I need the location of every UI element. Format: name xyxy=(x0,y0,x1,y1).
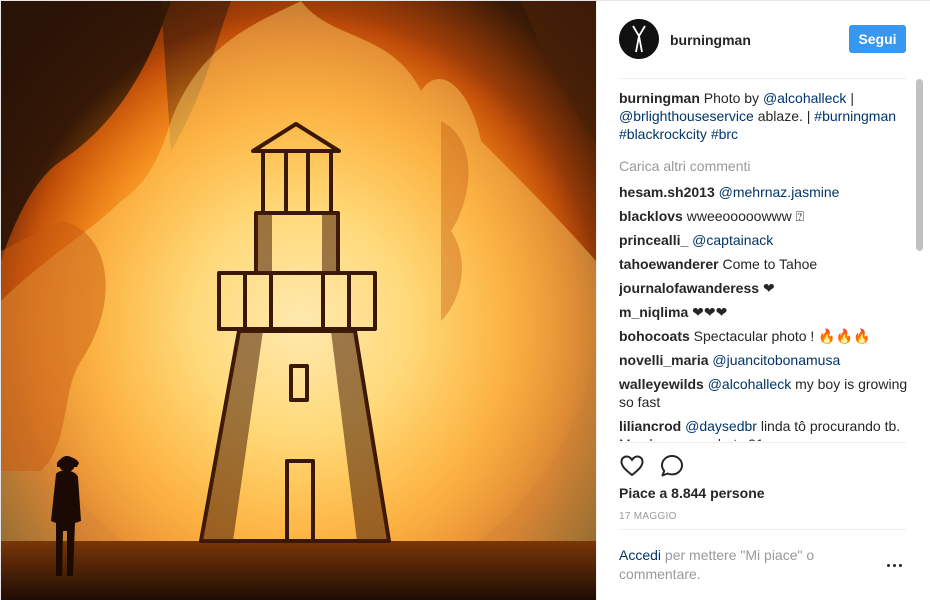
footer-divider xyxy=(619,529,906,530)
comment-username[interactable]: journalofawanderess xyxy=(619,280,759,296)
comment-username[interactable]: liliancrod xyxy=(619,418,681,434)
post-date[interactable]: 17 MAGGIO xyxy=(619,511,677,522)
post-caption: burningman Photo by @alcohalleck | @brli… xyxy=(619,89,909,143)
caption-hashtag[interactable]: #burningman xyxy=(814,108,896,124)
caption-username[interactable]: burningman xyxy=(619,90,700,106)
comment-username[interactable]: bohocoats xyxy=(619,328,690,344)
load-more-comments[interactable]: Carica altri commenti xyxy=(619,157,909,175)
comment-text: ❤ xyxy=(762,280,775,296)
post-side-panel: burningman Segui burningman Photo by @al… xyxy=(596,1,930,600)
comment-text: Spectacular photo ! 🔥🔥🔥 xyxy=(693,328,871,344)
comment-item: hesam.sh2013 @mehrnaz.jasmine xyxy=(619,183,909,201)
comment-mention[interactable]: @daysedbr xyxy=(685,418,757,434)
caption-mention[interactable]: @alcohalleck xyxy=(763,90,846,106)
post-photo[interactable] xyxy=(1,1,596,600)
burning-man-logo-icon xyxy=(619,19,659,59)
post-username[interactable]: burningman xyxy=(670,32,751,48)
post-actions xyxy=(619,453,719,479)
follow-button[interactable]: Segui xyxy=(849,25,906,53)
comments-list[interactable]: burningman Photo by @alcohalleck | @brli… xyxy=(619,89,909,441)
avatar[interactable] xyxy=(619,19,659,59)
comment-item: blacklovs wweeooooowww ⍰ xyxy=(619,207,909,225)
comment-item: tahoewanderer Come to Tahoe xyxy=(619,255,909,273)
post-header: burningman Segui xyxy=(597,1,930,78)
caption-text: ablaze. | xyxy=(757,108,811,124)
comment-text: Come to Tahoe xyxy=(722,256,818,272)
login-link[interactable]: Accedi xyxy=(619,547,661,563)
comment-username[interactable]: tahoewanderer xyxy=(619,256,719,272)
comments-scrollbar[interactable] xyxy=(916,79,924,441)
comment-icon[interactable] xyxy=(659,453,685,479)
comment-item: journalofawanderess ❤ xyxy=(619,279,909,297)
comment-username[interactable]: princealli_ xyxy=(619,232,688,248)
comment-item: princealli_ @captainack xyxy=(619,231,909,249)
comment-username[interactable]: blacklovs xyxy=(619,208,683,224)
caption-separator: | xyxy=(850,90,854,106)
comment-text: wweeooooowww ⍰ xyxy=(686,208,805,224)
comment-item: bohocoats Spectacular photo ! 🔥🔥🔥 xyxy=(619,327,909,345)
comment-mention[interactable]: @alcohalleck xyxy=(708,376,791,392)
likes-count[interactable]: Piace a 8.844 persone xyxy=(619,485,765,501)
login-prompt: Accedi per mettere "Mi piace" o commenta… xyxy=(619,546,859,584)
heart-icon[interactable] xyxy=(619,453,645,479)
comment-item: liliancrod @daysedbr linda tô procurando… xyxy=(619,417,909,441)
caption-mention[interactable]: @brlighthouseservice xyxy=(619,108,754,124)
more-options-icon[interactable] xyxy=(887,561,905,571)
comment-item: m_niqlima ❤❤❤ xyxy=(619,303,909,321)
burning-lighthouse-image xyxy=(1,1,596,600)
caption-hashtag[interactable]: #brc xyxy=(711,126,738,142)
comment-username[interactable]: novelli_maria xyxy=(619,352,709,368)
comment-username[interactable]: m_niqlima xyxy=(619,304,688,320)
scrollbar-thumb[interactable] xyxy=(916,79,923,251)
caption-hashtag[interactable]: #blackrockcity xyxy=(619,126,707,142)
caption-text: Photo by xyxy=(703,90,760,106)
instagram-post: burningman Segui burningman Photo by @al… xyxy=(0,0,930,600)
comment-mention[interactable]: @captainack xyxy=(692,232,773,248)
comment-item: novelli_maria @juancitobonamusa xyxy=(619,351,909,369)
comment-mention[interactable]: @mehrnaz.jasmine xyxy=(719,184,840,200)
actions-divider xyxy=(619,442,906,443)
header-divider xyxy=(619,78,906,79)
comment-item: walleyewilds @alcohalleck my boy is grow… xyxy=(619,375,909,411)
comment-username[interactable]: walleyewilds xyxy=(619,376,704,392)
comment-mention[interactable]: @juancitobonamusa xyxy=(712,352,840,368)
comment-text: ❤❤❤ xyxy=(692,304,728,320)
comment-username[interactable]: hesam.sh2013 xyxy=(619,184,715,200)
